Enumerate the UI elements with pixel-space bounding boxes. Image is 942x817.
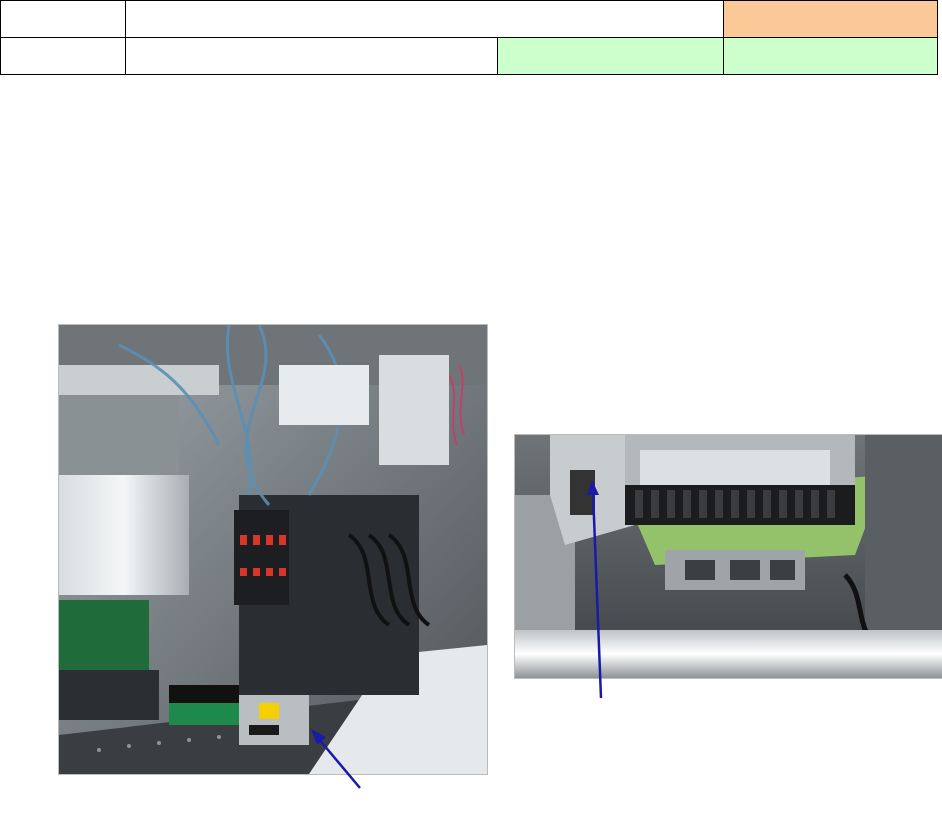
pointer-arrow-right	[587, 480, 603, 699]
